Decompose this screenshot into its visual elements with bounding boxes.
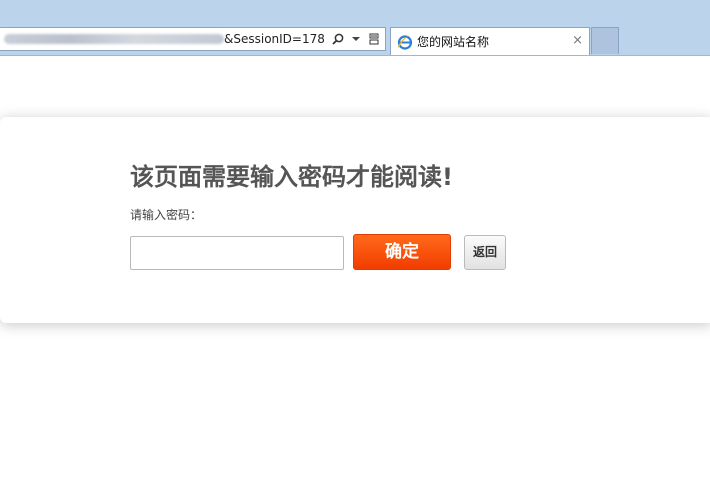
password-input[interactable]	[130, 236, 344, 270]
compatibility-view-icon[interactable]	[367, 32, 381, 46]
search-icon[interactable]	[331, 32, 345, 46]
url-blurred-segment	[4, 34, 224, 44]
confirm-button[interactable]: 确定	[353, 234, 451, 270]
close-icon[interactable]: ×	[572, 34, 583, 48]
address-bar-icons	[331, 32, 386, 46]
address-bar[interactable]: &SessionID=178	[0, 27, 386, 51]
tab-title: 您的网站名称	[417, 35, 490, 49]
browser-toolbar: &SessionID=178 您的网站名称 ×	[0, 0, 710, 56]
page-title: 该页面需要输入密码才能阅读!	[130, 163, 453, 191]
chevron-down-icon[interactable]	[349, 32, 363, 46]
browser-tab[interactable]: 您的网站名称 ×	[390, 27, 590, 55]
back-button[interactable]: 返回	[464, 235, 506, 270]
password-prompt-panel	[0, 117, 710, 323]
refresh-icon[interactable]	[385, 32, 386, 46]
password-label: 请输入密码：	[130, 208, 203, 222]
new-tab-button[interactable]	[591, 27, 619, 54]
ie-logo-icon	[397, 34, 413, 50]
url-text[interactable]: &SessionID=178	[224, 32, 325, 46]
